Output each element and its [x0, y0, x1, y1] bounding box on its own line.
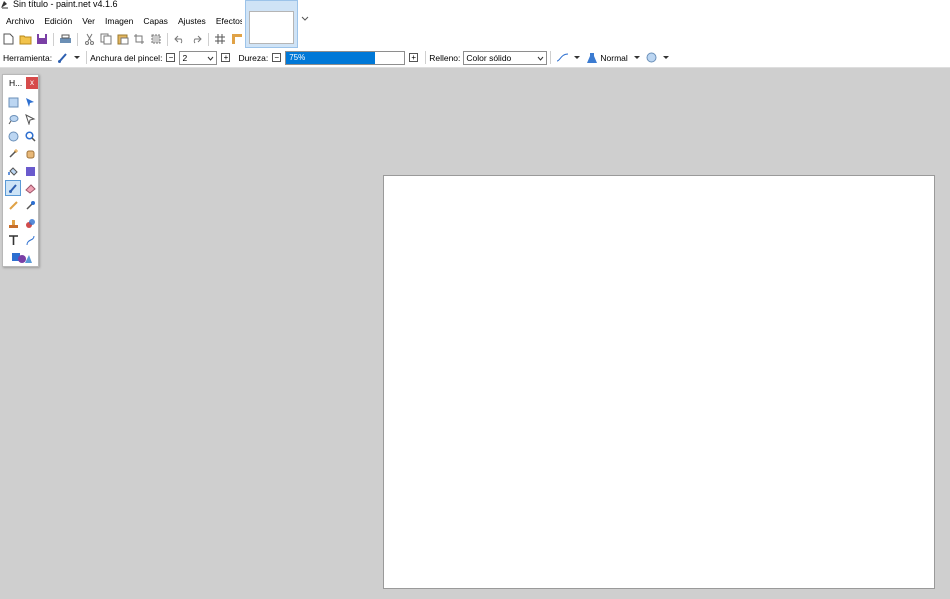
selection-clipping-icon[interactable] — [644, 50, 659, 65]
fill-label: Relleno: — [429, 52, 461, 63]
fill-value: Color sólido — [466, 52, 512, 63]
hardness-value: 75% — [289, 52, 306, 62]
lasso-select-icon[interactable] — [5, 111, 21, 127]
crop-icon[interactable] — [132, 32, 147, 47]
brush-width-select[interactable]: 2 — [179, 50, 218, 65]
blend-mode-value[interactable]: Normal — [600, 53, 627, 63]
fill-select[interactable]: Color sólido — [463, 50, 548, 65]
tool-label: Herramienta: — [3, 52, 53, 63]
brush-width-decrease-button[interactable]: − — [166, 53, 176, 62]
chevron-down-icon[interactable] — [301, 15, 309, 23]
ellipse-select-icon[interactable] — [5, 129, 21, 145]
clipping-dropdown-arrow-icon[interactable] — [662, 55, 669, 61]
toolbar-separator — [425, 51, 427, 64]
paintbrush-icon[interactable] — [55, 50, 70, 65]
tools-window-header[interactable]: H... x — [3, 75, 38, 92]
paint-bucket-icon[interactable] — [5, 163, 21, 179]
recolor-icon[interactable] — [22, 215, 38, 231]
menu-imagen[interactable]: Imagen — [101, 16, 137, 26]
hardness-increase-button[interactable]: + — [409, 53, 419, 62]
tools-window-close-button[interactable]: x — [26, 77, 38, 89]
image-thumbnail — [249, 11, 294, 44]
toolbar-separator — [550, 51, 552, 64]
open-folder-icon[interactable] — [18, 32, 33, 47]
image-tabs-strip — [242, 0, 950, 30]
blend-mode-dropdown-arrow-icon[interactable] — [633, 55, 640, 61]
deselect-icon[interactable] — [149, 32, 164, 47]
main-toolbar — [0, 30, 245, 48]
move-selected-icon[interactable] — [22, 94, 38, 110]
menu-bar: Archivo Edición Ver Imagen Capas Ajustes… — [0, 11, 244, 30]
tools-window: H... x — [2, 74, 39, 267]
gradient-icon[interactable] — [22, 163, 38, 179]
rectangle-select-icon[interactable] — [5, 94, 21, 110]
hardness-label: Dureza: — [238, 52, 269, 63]
toolbar-separator — [207, 32, 209, 46]
toolbar-separator — [76, 32, 78, 46]
undo-icon[interactable] — [172, 32, 187, 47]
antialiasing-icon[interactable] — [555, 50, 570, 65]
image-thumbnail-tab[interactable] — [245, 0, 298, 48]
brush-width-increase-button[interactable]: + — [221, 53, 231, 62]
tool-grid — [5, 94, 38, 267]
tool-dropdown-arrow-icon[interactable] — [74, 55, 81, 61]
eraser-icon[interactable] — [22, 180, 38, 196]
tool-options-bar: Herramienta: Anchura del pincel: − 2 + D… — [0, 48, 950, 68]
text-tool-icon[interactable] — [5, 232, 21, 248]
shapes-icon[interactable] — [8, 250, 36, 266]
brush-width-label: Anchura del pincel: — [90, 52, 163, 63]
toolbar-separator — [86, 51, 88, 64]
magic-wand-icon[interactable] — [5, 146, 21, 162]
chevron-down-icon — [208, 56, 214, 61]
copy-icon[interactable] — [98, 32, 113, 47]
clone-stamp-icon[interactable] — [5, 215, 21, 231]
menu-edicion[interactable]: Edición — [40, 16, 76, 26]
pencil-icon[interactable] — [5, 198, 21, 214]
paintnet-app-icon — [1, 1, 8, 9]
toolbar-separator — [53, 32, 55, 46]
save-icon[interactable] — [34, 32, 49, 47]
paintbrush-tool-icon[interactable] — [5, 180, 21, 197]
tools-window-title: H... — [9, 78, 23, 88]
print-icon[interactable] — [58, 32, 73, 47]
rulers-icon[interactable] — [229, 32, 244, 47]
toolbar-separator — [167, 32, 169, 46]
move-selection-icon[interactable] — [22, 111, 38, 127]
cut-icon[interactable] — [82, 32, 97, 47]
redo-icon[interactable] — [189, 32, 204, 47]
antialiasing-dropdown-arrow-icon[interactable] — [574, 55, 581, 61]
paste-icon[interactable] — [115, 32, 130, 47]
hardness-slider[interactable]: 75% — [285, 50, 406, 65]
window-title: Sin título - paint.net v4.1.6 — [13, 0, 118, 9]
brush-width-value: 2 — [182, 52, 188, 63]
pan-hand-icon[interactable] — [22, 146, 38, 162]
hardness-decrease-button[interactable]: − — [272, 53, 282, 62]
menu-ajustes[interactable]: Ajustes — [174, 16, 210, 26]
menu-capas[interactable]: Capas — [139, 16, 172, 26]
new-file-icon[interactable] — [1, 32, 16, 47]
menu-archivo[interactable]: Archivo — [2, 16, 38, 26]
menu-ver[interactable]: Ver — [78, 16, 99, 26]
color-picker-icon[interactable] — [22, 198, 38, 214]
zoom-icon[interactable] — [22, 129, 38, 145]
image-canvas[interactable] — [383, 175, 935, 589]
chevron-down-icon — [538, 56, 544, 61]
line-curve-icon[interactable] — [22, 232, 38, 248]
grid-icon[interactable] — [213, 32, 228, 47]
blend-mode-icon[interactable] — [584, 50, 599, 65]
